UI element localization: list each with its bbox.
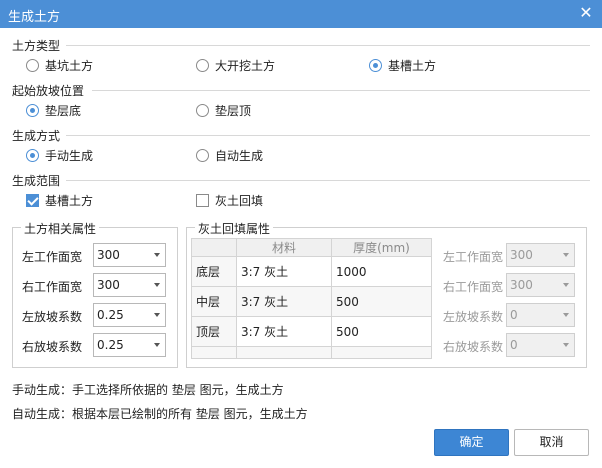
chevron-down-icon[interactable] <box>154 313 160 317</box>
right-slope-coef-combo[interactable]: 0.25 <box>93 333 166 357</box>
radio-icon <box>26 59 39 72</box>
thickness-cell[interactable]: 500 <box>331 286 432 317</box>
chevron-down-icon[interactable] <box>154 253 160 257</box>
material-cell[interactable]: 3:7 灰土 <box>236 256 332 287</box>
generation-mode-divider <box>66 135 590 136</box>
backfill-left-work-width-label: 左工作面宽 <box>443 250 504 264</box>
radio-label: 垫层底 <box>45 104 82 118</box>
combo-value: 300 <box>510 248 533 262</box>
backfill-left-slope-coef-combo: 0 <box>506 303 575 327</box>
radio-icon <box>196 104 209 117</box>
backfill-props-title: 灰土回填属性 <box>195 220 274 237</box>
backfill-right-work-width-label: 右工作面宽 <box>443 280 504 294</box>
combo-value: 0 <box>510 308 518 322</box>
row-header-middle: 中层 <box>191 286 237 317</box>
radio-icon <box>196 149 209 162</box>
material-cell[interactable]: 3:7 灰土 <box>236 286 332 317</box>
combo-value: 300 <box>510 278 533 292</box>
chevron-down-icon[interactable] <box>154 283 160 287</box>
empty-cell <box>236 346 332 359</box>
generation-scope-title: 生成范围 <box>12 174 61 188</box>
combo-value: 0.25 <box>97 308 124 322</box>
table-header-row: 材料 厚度(mm) <box>191 238 432 257</box>
left-slope-coef-combo[interactable]: 0.25 <box>93 303 166 327</box>
generation-mode-title: 生成方式 <box>12 129 61 143</box>
thickness-cell[interactable]: 1000 <box>331 256 432 287</box>
radio-selected-icon <box>26 104 39 117</box>
combo-value: 0.25 <box>97 338 124 352</box>
slope-start-title: 起始放坡位置 <box>12 84 85 98</box>
manual-generate-note: 手动生成：手工选择所依据的 垫层 图元，生成土方 <box>12 383 284 397</box>
right-work-width-label: 右工作面宽 <box>22 280 83 294</box>
empty-cell <box>191 346 237 359</box>
title-bar: 生成土方 ✕ <box>0 0 602 28</box>
right-work-width-combo[interactable]: 300 <box>93 273 166 297</box>
backfill-right-slope-coef-combo: 0 <box>506 333 575 357</box>
radio-icon <box>196 59 209 72</box>
column-header-material: 材料 <box>236 238 332 257</box>
radio-label: 手动生成 <box>45 149 94 163</box>
table-corner-header <box>191 238 237 257</box>
window-title: 生成土方 <box>8 10 61 25</box>
radio-cushion-top[interactable]: 垫层顶 <box>196 102 251 119</box>
radio-selected-icon <box>369 59 382 72</box>
chevron-down-icon <box>563 253 569 257</box>
close-icon[interactable]: ✕ <box>576 3 596 23</box>
empty-cell <box>331 346 432 359</box>
backfill-left-work-width-combo: 300 <box>506 243 575 267</box>
left-work-width-combo[interactable]: 300 <box>93 243 166 267</box>
generation-scope-divider <box>66 180 590 181</box>
checkbox-checked-icon <box>26 194 39 207</box>
table-row[interactable]: 底层 3:7 灰土 1000 <box>191 256 432 287</box>
radio-label: 垫层顶 <box>215 104 252 118</box>
column-header-thickness: 厚度(mm) <box>331 238 432 257</box>
radio-label: 自动生成 <box>215 149 264 163</box>
earthwork-props-title: 土方相关属性 <box>21 220 100 237</box>
backfill-left-slope-coef-label: 左放坡系数 <box>443 310 504 324</box>
radio-label: 大开挖土方 <box>215 59 276 73</box>
radio-manual-generate[interactable]: 手动生成 <box>26 147 93 164</box>
chevron-down-icon <box>563 343 569 347</box>
checkbox-label: 基槽土方 <box>45 194 94 208</box>
cancel-button[interactable]: 取消 <box>514 429 589 456</box>
auto-generate-note: 自动生成：根据本层已绘制的所有 垫层 图元，生成土方 <box>12 407 308 421</box>
row-header-bottom: 底层 <box>191 256 237 287</box>
radio-earthwork-trench[interactable]: 基槽土方 <box>369 57 436 74</box>
left-slope-coef-label: 左放坡系数 <box>22 310 83 324</box>
earthwork-type-title: 土方类型 <box>12 39 61 53</box>
chevron-down-icon <box>563 283 569 287</box>
combo-value: 300 <box>97 278 120 292</box>
radio-selected-icon <box>26 149 39 162</box>
table-row[interactable]: 中层 3:7 灰土 500 <box>191 286 432 317</box>
right-slope-coef-label: 右放坡系数 <box>22 340 83 354</box>
radio-earthwork-pit[interactable]: 基坑土方 <box>26 57 93 74</box>
combo-value: 300 <box>97 248 120 262</box>
row-header-top: 顶层 <box>191 316 237 347</box>
backfill-right-slope-coef-label: 右放坡系数 <box>443 340 504 354</box>
backfill-layer-table: 材料 厚度(mm) 底层 3:7 灰土 1000 中层 3:7 灰土 500 顶… <box>191 238 432 359</box>
radio-label: 基坑土方 <box>45 59 94 73</box>
left-work-width-label: 左工作面宽 <box>22 250 83 264</box>
radio-earthwork-open-excavation[interactable]: 大开挖土方 <box>196 57 275 74</box>
chevron-down-icon[interactable] <box>154 343 160 347</box>
slope-start-divider <box>92 90 590 91</box>
checkbox-label: 灰土回填 <box>215 194 264 208</box>
backfill-right-work-width-combo: 300 <box>506 273 575 297</box>
radio-cushion-bottom[interactable]: 垫层底 <box>26 102 81 119</box>
radio-label: 基槽土方 <box>388 59 437 73</box>
chevron-down-icon <box>563 313 569 317</box>
table-empty-row <box>191 346 432 359</box>
radio-auto-generate[interactable]: 自动生成 <box>196 147 263 164</box>
material-cell[interactable]: 3:7 灰土 <box>236 316 332 347</box>
checkbox-icon <box>196 194 209 207</box>
earthwork-type-divider <box>66 45 590 46</box>
table-row[interactable]: 顶层 3:7 灰土 500 <box>191 316 432 347</box>
combo-value: 0 <box>510 338 518 352</box>
checkbox-trench-earthwork[interactable]: 基槽土方 <box>26 192 93 209</box>
checkbox-lime-backfill[interactable]: 灰土回填 <box>196 192 263 209</box>
ok-button[interactable]: 确定 <box>434 429 509 456</box>
thickness-cell[interactable]: 500 <box>331 316 432 347</box>
